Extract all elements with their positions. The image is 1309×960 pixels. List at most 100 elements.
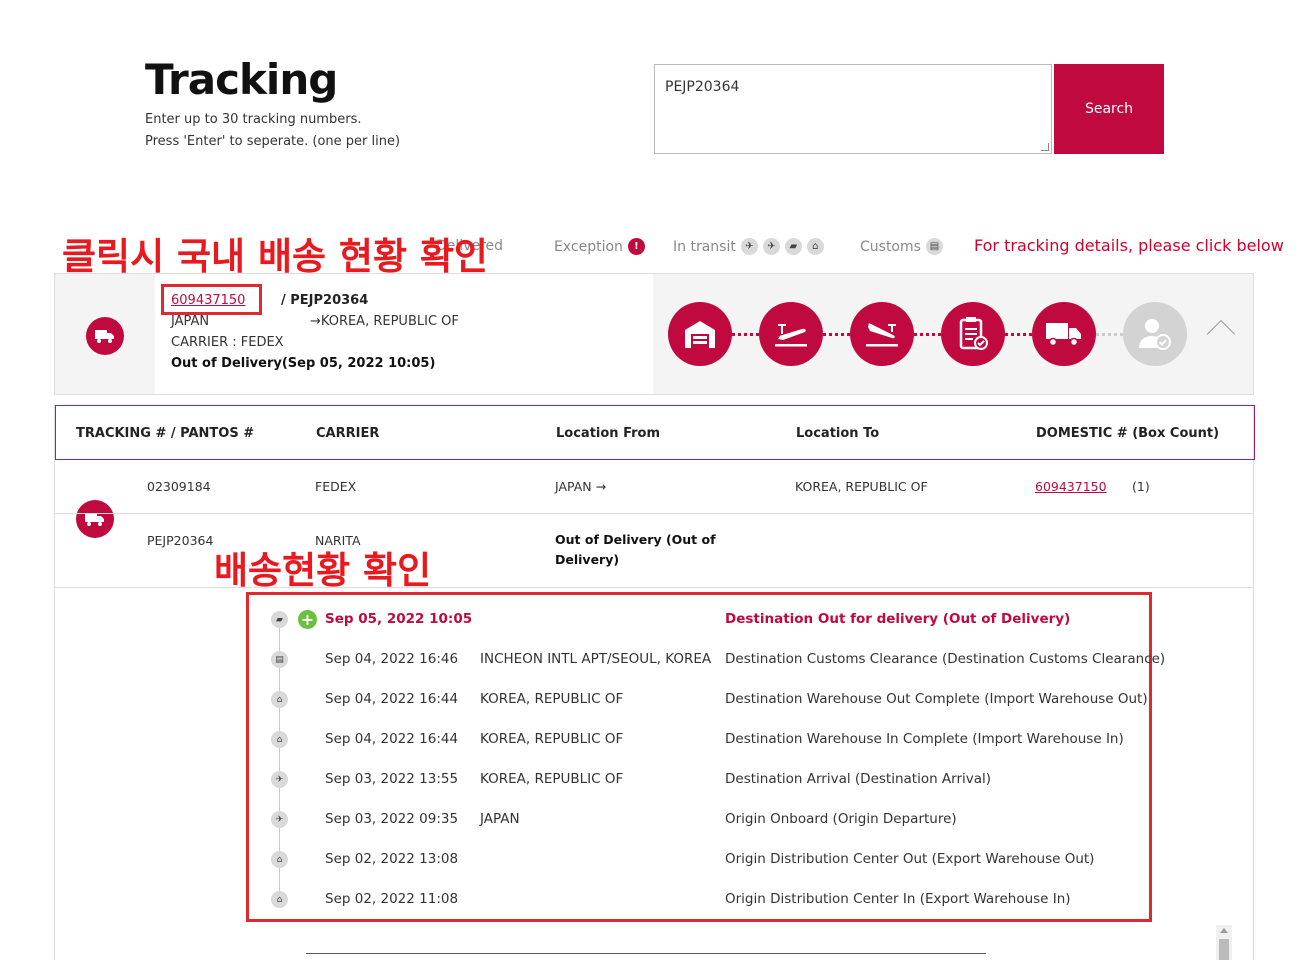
event-location: KOREA, REPUBLIC OF [480, 691, 624, 707]
destination-country: →KOREA, REPUBLIC OF [310, 314, 459, 329]
event-date: Sep 04, 2022 16:46 [325, 651, 459, 667]
tracking-details-note: For tracking details, please click below [974, 236, 1284, 255]
location-from: JAPAN → [555, 479, 607, 494]
step-connector [1005, 332, 1032, 336]
tracking-number: 02309184 [147, 479, 211, 494]
legend-exception-label: Exception [554, 238, 623, 255]
status-line-2: Delivery) [555, 552, 620, 567]
search-button[interactable]: Search [1054, 64, 1164, 154]
divider [306, 953, 986, 954]
column-header-carrier: CARRIER [316, 426, 380, 441]
scroll-up-arrow-icon[interactable] [1220, 928, 1228, 933]
timeline-event: ⌂ Sep 04, 2022 16:44 KOREA, REPUBLIC OF Des… [0, 688, 1309, 728]
event-date: Sep 05, 2022 10:05 [325, 611, 473, 627]
step-connector [823, 332, 850, 336]
plane-takeoff-icon: ✈ [740, 238, 758, 255]
legend-customs: Customs ▤ [860, 238, 943, 255]
column-header-location-from: Location From [556, 426, 661, 441]
step-connector [1096, 332, 1123, 336]
event-date: Sep 03, 2022 09:35 [325, 811, 459, 827]
event-date: Sep 02, 2022 11:08 [325, 891, 459, 907]
event-description: Destination Warehouse Out Complete (Impo… [725, 691, 1148, 707]
truck-icon [86, 317, 124, 355]
scroll-thumb[interactable] [1219, 939, 1229, 960]
event-date: Sep 03, 2022 13:55 [325, 771, 459, 787]
carrier-name: FEDEX [315, 479, 357, 494]
truck-icon: ▰ [271, 611, 288, 628]
timeline-event: ✈ Sep 03, 2022 09:35 JAPAN Origin Onboard (… [0, 808, 1309, 848]
customs-icon [941, 302, 1005, 366]
event-description: Destination Warehouse In Complete (Impor… [725, 731, 1124, 747]
progress-steps [668, 302, 1187, 366]
expand-plus-icon[interactable]: + [298, 610, 317, 629]
instruction-line-2: Press 'Enter' to seperate. (one per line… [145, 134, 401, 149]
plane-takeoff-icon: ✈ [271, 811, 288, 828]
tracking-number-value: PEJP20364 [665, 79, 740, 95]
event-date: Sep 04, 2022 16:44 [325, 731, 459, 747]
domestic-number-link[interactable]: 609437150 [171, 293, 245, 308]
annotation-domestic-check: 클릭시 국내 배송 현황 확인 [62, 235, 488, 278]
table-header: TRACKING # / PANTOS # CARRIER Location F… [55, 405, 1255, 460]
event-description: Destination Arrival (Destination Arrival… [725, 771, 992, 787]
recipient-icon [1123, 302, 1187, 366]
timeline-event: ✈ Sep 03, 2022 13:55 KOREA, REPUBLIC OF Des… [0, 768, 1309, 808]
box-count: (1) [1132, 479, 1150, 494]
pantos-number: PEJP20364 [147, 533, 214, 548]
event-date: Sep 04, 2022 16:44 [325, 691, 459, 707]
event-location: KOREA, REPUBLIC OF [480, 731, 624, 747]
event-description: Destination Customs Clearance (Destinati… [725, 651, 1166, 667]
timeline-event: ▤ Sep 04, 2022 16:46 INCHEON INTL APT/SEOU… [0, 648, 1309, 688]
truck-icon [76, 500, 114, 538]
scrollbar[interactable] [1216, 925, 1232, 960]
row-divider [55, 513, 1253, 514]
warehouse-icon: ⌂ [271, 891, 288, 908]
collapse-chevron-icon[interactable] [1206, 319, 1236, 349]
event-location: KOREA, REPUBLIC OF [480, 771, 624, 787]
column-header-location-to: Location To [796, 426, 880, 441]
carrier-label: CARRIER : FEDEX [171, 335, 284, 350]
location-to: KOREA, REPUBLIC OF [795, 479, 928, 494]
customs-icon: ▤ [271, 651, 288, 668]
event-location: INCHEON INTL APT/SEOUL, KOREA [480, 651, 712, 667]
plane-landing-icon [850, 302, 914, 366]
step-connector [732, 332, 759, 336]
legend-in-transit-label: In transit [673, 238, 736, 255]
timeline-event: ▰ + Sep 05, 2022 10:05 Destination Out for … [0, 608, 1309, 648]
pantos-number: / PEJP20364 [281, 293, 369, 308]
warehouse-icon: ⌂ [806, 238, 824, 255]
timeline-event: ⌂ Sep 04, 2022 16:44 KOREA, REPUBLIC OF Des… [0, 728, 1309, 768]
timeline-event: ⌂ Sep 02, 2022 11:08 Origin Distribution C… [0, 888, 1309, 928]
plane-landing-icon: ✈ [762, 238, 780, 255]
tracking-number-input[interactable]: PEJP20364 [654, 64, 1052, 154]
legend-in-transit: In transit ✈ ✈ ▰ ⌂ [673, 238, 824, 255]
warehouse-icon [668, 302, 732, 366]
truck-icon: ▰ [784, 238, 802, 255]
event-description: Origin Distribution Center Out (Export W… [725, 851, 1095, 867]
plane-landing-icon: ✈ [271, 771, 288, 788]
event-date: Sep 02, 2022 13:08 [325, 851, 459, 867]
instruction-line-1: Enter up to 30 tracking numbers. [145, 112, 362, 127]
event-description: Destination Out for delivery (Out of Del… [725, 611, 1071, 627]
annotation-status-check: 배송현황 확인 [214, 549, 432, 592]
warehouse-icon: ⌂ [271, 851, 288, 868]
legend-exception: Exception ! [554, 238, 645, 255]
warehouse-icon: ⌂ [271, 731, 288, 748]
warehouse-icon: ⌂ [271, 691, 288, 708]
step-connector [914, 332, 941, 336]
truck-icon [1032, 302, 1096, 366]
shipment-summary-card[interactable]: 609437150 / PEJP20364 JAPAN →KOREA, REPU… [54, 273, 1254, 395]
exception-icon: ! [627, 238, 645, 255]
event-description: Origin Onboard (Origin Departure) [725, 811, 957, 827]
event-description: Origin Distribution Center In (Export Wa… [725, 891, 1071, 907]
event-location: JAPAN [480, 811, 520, 827]
resize-handle[interactable] [1041, 143, 1049, 151]
column-header-tracking: TRACKING # / PANTOS # [76, 426, 255, 441]
column-header-domestic: DOMESTIC # (Box Count) [1036, 426, 1220, 441]
origin-country: JAPAN [171, 314, 210, 329]
domestic-number-link[interactable]: 609437150 [1035, 479, 1107, 494]
page-title: Tracking [145, 55, 338, 104]
plane-takeoff-icon [759, 302, 823, 366]
delivery-status: Out of Delivery(Sep 05, 2022 10:05) [171, 356, 436, 371]
timeline-event: ⌂ Sep 02, 2022 13:08 Origin Distribution C… [0, 848, 1309, 888]
status-line-1: Out of Delivery (Out of [555, 532, 716, 547]
